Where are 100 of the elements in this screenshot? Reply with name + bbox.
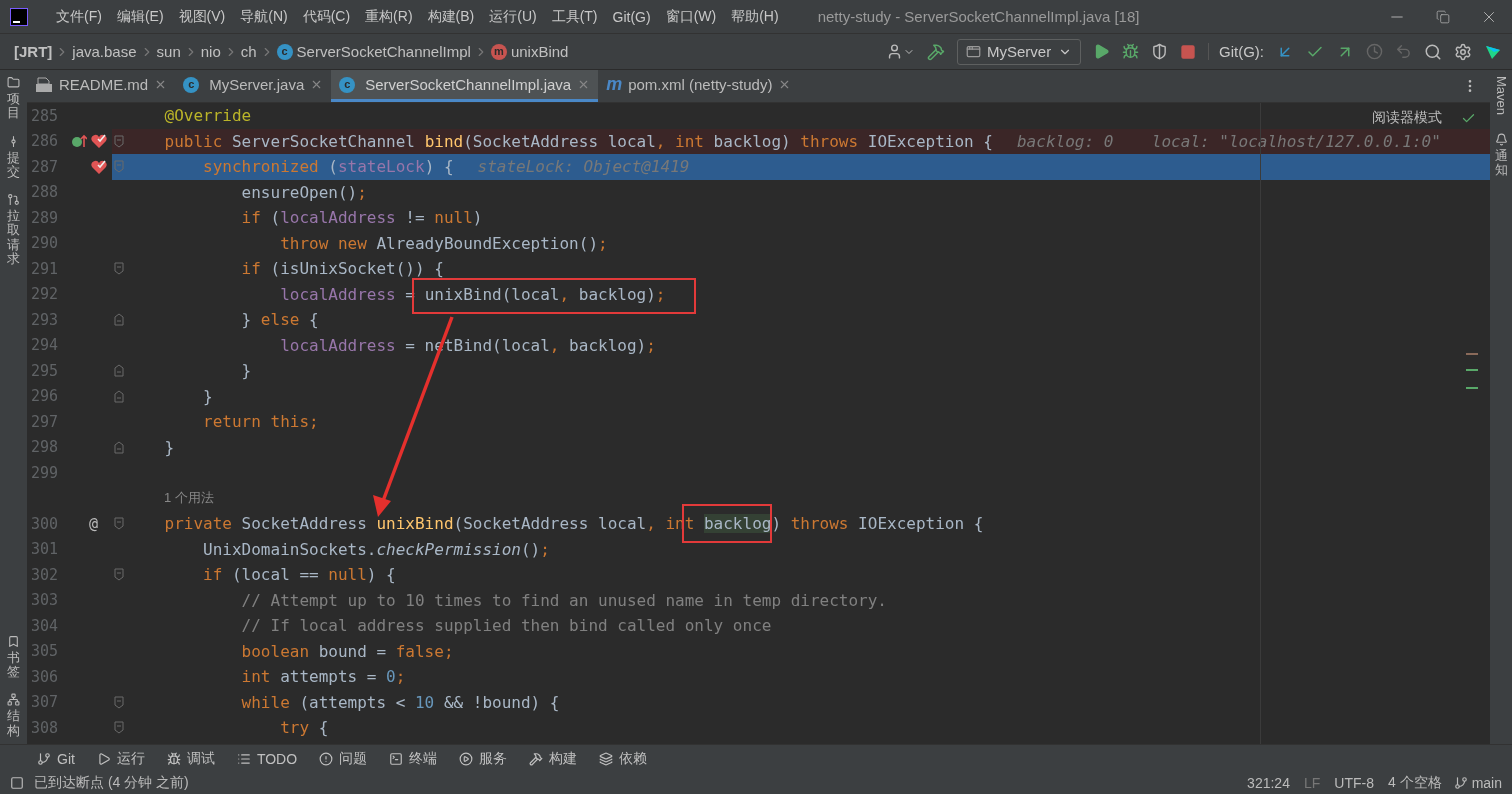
tool-window-button[interactable]: 调试 [186,749,215,768]
app-logo[interactable] [10,7,28,26]
menu-item[interactable]: 重构(R) [365,7,413,26]
menu-item[interactable]: 视图(V) [178,7,226,26]
menu-item[interactable]: 编辑(E) [116,7,164,26]
bookmark-icon[interactable] [7,634,20,648]
code-line: int attempts = 0; [240,667,406,687]
status-icon[interactable] [10,776,24,790]
fold-icon[interactable] [114,568,124,582]
terminal-icon[interactable] [389,751,404,766]
tool-window-button[interactable]: 依赖 [619,749,648,768]
branch-icon[interactable] [1453,776,1468,790]
menu-item[interactable]: 帮助(H) [731,7,779,26]
editor-tab[interactable]: README.md [27,70,176,102]
fold-icon[interactable] [114,440,124,454]
restore-icon[interactable] [1436,9,1450,24]
list-icon[interactable] [236,751,251,766]
tool-window-button[interactable]: 构建 [549,749,578,768]
tool-window-label[interactable]: 通知 [1494,149,1508,178]
menu-item[interactable]: 文件(F) [56,7,102,26]
breadcrumb[interactable]: java.base [72,43,137,60]
hammer-icon[interactable] [927,42,945,61]
branch-icon[interactable] [37,751,51,766]
inline-debug-value: stateLock: Object@1419 [477,157,690,177]
breadcrumb[interactable]: ServerSocketChannelImpl [296,43,471,60]
code-line: } else { [240,310,319,330]
window-title: netty-study - ServerSocketChannelImpl.java [18] [817,8,1141,25]
fold-icon[interactable] [114,389,124,403]
structure-icon[interactable] [7,693,20,707]
bug-icon[interactable] [166,751,181,766]
caret-position[interactable]: 321:24 [1247,775,1290,791]
debug-icon[interactable] [1122,43,1139,60]
tool-window-button[interactable]: 服务 [479,749,508,768]
indent-setting[interactable]: 4 个空格 [1387,774,1442,792]
breadcrumb[interactable]: nio [200,43,221,60]
code-line: @Override [163,106,252,126]
bell-icon[interactable] [1494,133,1508,147]
pull-request-icon[interactable] [7,193,20,207]
alert-icon[interactable] [319,751,334,766]
encoding[interactable]: UTF-8 [1334,775,1374,791]
fold-icon[interactable] [114,695,124,709]
menu-item[interactable]: 运行(U) [489,7,537,26]
breakpoint-icon[interactable] [90,133,108,150]
breadcrumb[interactable]: ch [240,43,257,60]
fold-icon[interactable] [114,262,124,276]
hammer-icon[interactable] [529,751,544,766]
menu-item[interactable]: 代码(C) [302,7,351,26]
fold-icon[interactable] [114,517,124,531]
play-circle-icon[interactable] [459,751,474,766]
line-number: 293 [29,310,58,329]
editor-tab[interactable]: m pom.xml (netty-study) [598,70,800,102]
tool-window-label[interactable]: 书签 [7,650,20,680]
menu-item[interactable]: 窗口(W) [665,7,717,26]
menu-item[interactable]: 导航(N) [240,7,288,26]
play-icon[interactable] [96,751,111,766]
tool-window-button[interactable]: 运行 [116,749,145,768]
tool-window-label[interactable]: 项目 [7,92,20,121]
menu-item[interactable]: 构建(B) [427,7,475,26]
fold-icon[interactable] [114,313,124,327]
breadcrumb[interactable]: sun [156,43,181,60]
editor-tab[interactable]: c ServerSocketChannelImpl.java [331,70,599,102]
run-config-dropdown[interactable]: MyServer [957,38,1081,65]
branch-name[interactable]: main [1471,775,1502,791]
status-message: 已到达断点 (4 分钟 之前) [34,774,189,792]
run-icon[interactable] [1093,43,1110,60]
line-number: 296 [29,387,58,406]
fold-icon[interactable] [114,364,124,378]
fold-icon[interactable] [114,721,124,735]
search-icon[interactable] [1424,42,1442,61]
settings-icon[interactable] [1454,42,1472,61]
code-line: return this; [202,412,319,432]
menu-item[interactable]: 工具(T) [551,7,598,26]
editor-tab[interactable]: c MyServer.java [175,70,332,102]
breadcrumb[interactable]: unixBind [510,43,569,60]
code-line: try { [279,718,329,738]
usage-hint[interactable]: 1 个用法 [164,489,214,508]
stop-icon[interactable] [1180,43,1196,60]
tool-window-label[interactable]: 结构 [7,709,20,738]
class-icon: c [276,43,293,60]
implements-icon[interactable] [71,133,87,150]
fold-icon[interactable] [114,134,124,148]
tool-window-label[interactable]: Maven [1493,76,1509,116]
class-icon: c [339,76,356,93]
folder-icon[interactable] [7,76,20,89]
reader-mode-button[interactable]: 阅读器模式 [1372,109,1442,127]
window-icon [966,44,981,59]
layers-icon[interactable] [599,751,614,766]
tool-window-button[interactable]: 问题 [339,749,368,768]
tool-window-button[interactable]: Git [57,750,75,767]
tool-window-button[interactable]: TODO [256,750,298,767]
menu-item[interactable]: Git(G) [612,8,651,25]
tool-window-label[interactable]: 提交 [7,150,20,180]
user-icon[interactable] [886,43,903,60]
coverage-icon[interactable] [1151,43,1168,60]
breakpoint-icon[interactable] [90,158,108,175]
tool-window-label[interactable]: 拉取请求 [7,209,20,267]
tool-window-button[interactable]: 终端 [409,749,438,768]
gutter-marker[interactable]: @ [88,514,98,533]
class-icon: c [183,76,200,93]
breadcrumb[interactable]: [JRT] [14,43,53,60]
